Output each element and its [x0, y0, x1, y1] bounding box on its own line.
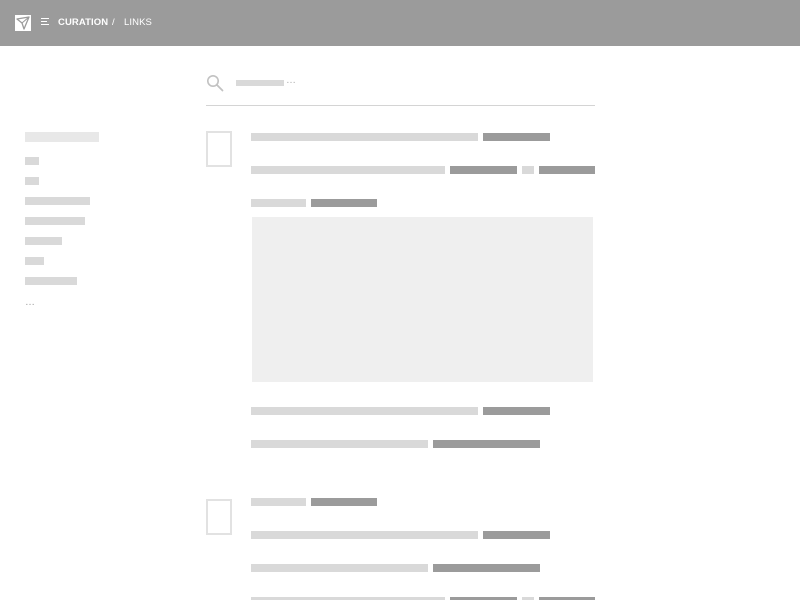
text-placeholder: [522, 166, 534, 174]
link-placeholder[interactable]: [433, 564, 540, 572]
text-placeholder: [251, 407, 478, 415]
sidebar-item[interactable]: [25, 217, 85, 225]
text-placeholder: [251, 498, 306, 506]
sidebar-item[interactable]: [25, 177, 39, 185]
link-placeholder[interactable]: [539, 166, 595, 174]
search-icon[interactable]: [206, 74, 224, 92]
text-placeholder: [251, 564, 428, 572]
logo-icon[interactable]: [15, 15, 31, 31]
sidebar-item[interactable]: [25, 277, 77, 285]
link-placeholder[interactable]: [483, 407, 550, 415]
text-placeholder: [251, 531, 478, 539]
breadcrumb-curation[interactable]: CURATION: [58, 17, 108, 29]
link-placeholder[interactable]: [483, 133, 550, 141]
menu-icon[interactable]: [41, 18, 50, 27]
search-underline: [206, 105, 595, 106]
text-placeholder: [251, 133, 478, 141]
breadcrumb-links[interactable]: LINKS: [124, 17, 152, 29]
thumbnail-placeholder[interactable]: [206, 131, 232, 167]
sidebar-heading-placeholder: [25, 132, 99, 142]
search-input[interactable]: [234, 74, 594, 92]
link-placeholder[interactable]: [311, 498, 377, 506]
link-placeholder[interactable]: [433, 440, 540, 448]
thumbnail-placeholder[interactable]: [206, 499, 232, 535]
text-placeholder: [251, 440, 428, 448]
breadcrumb-separator: /: [112, 17, 115, 28]
text-placeholder: [251, 199, 306, 207]
top-bar: CURATION / LINKS: [0, 0, 800, 46]
sidebar-item[interactable]: [25, 157, 39, 165]
image-placeholder[interactable]: [252, 217, 593, 382]
sidebar-item[interactable]: [25, 237, 62, 245]
link-placeholder[interactable]: [483, 531, 550, 539]
sidebar-more-ellipsis[interactable]: …: [25, 297, 36, 308]
link-placeholder[interactable]: [450, 166, 517, 174]
link-placeholder[interactable]: [311, 199, 377, 207]
text-placeholder: [251, 166, 445, 174]
sidebar-item[interactable]: [25, 197, 90, 205]
sidebar-item[interactable]: [25, 257, 44, 265]
